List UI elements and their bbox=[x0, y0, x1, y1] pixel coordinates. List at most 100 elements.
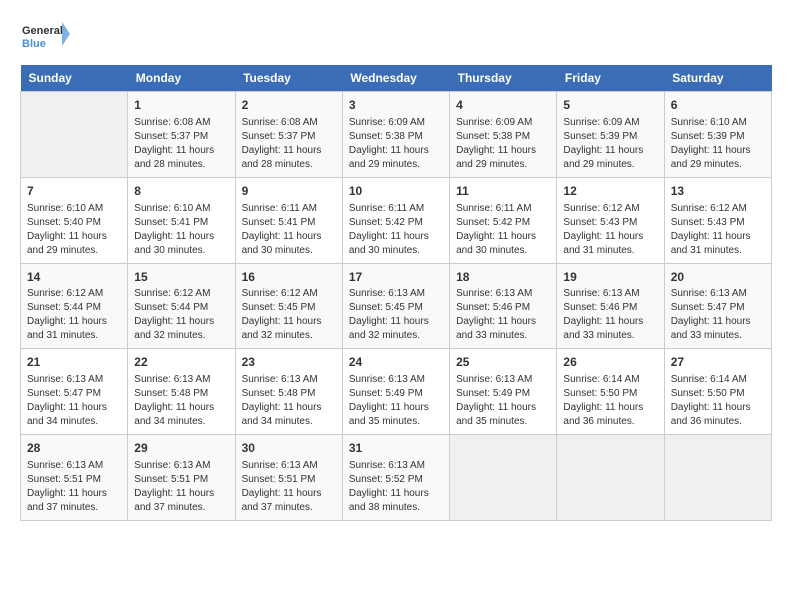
calendar-cell: 2 Sunrise: 6:08 AMSunset: 5:37 PMDaylight… bbox=[235, 92, 342, 178]
day-info: Sunrise: 6:13 AMSunset: 5:51 PMDaylight:… bbox=[27, 459, 121, 515]
calendar-cell: 12 Sunrise: 6:12 AMSunset: 5:43 PMDayligh… bbox=[557, 177, 664, 263]
calendar-cell: 25 Sunrise: 6:13 AMSunset: 5:49 PMDayligh… bbox=[450, 349, 557, 435]
day-number: 30 bbox=[242, 440, 336, 457]
calendar-cell: 28 Sunrise: 6:13 AMSunset: 5:51 PMDayligh… bbox=[21, 435, 128, 521]
calendar-cell: 10Sunrise: 6:11 AMSunset: 5:42 PMDayligh… bbox=[342, 177, 449, 263]
calendar-cell: 7 Sunrise: 6:10 AMSunset: 5:40 PMDaylight… bbox=[21, 177, 128, 263]
day-number: 1 bbox=[134, 97, 228, 114]
calendar-cell: 22 Sunrise: 6:13 AMSunset: 5:48 PMDayligh… bbox=[128, 349, 235, 435]
calendar-cell: 18Sunrise: 6:13 AMSunset: 5:46 PMDayligh… bbox=[450, 263, 557, 349]
day-number: 29 bbox=[134, 440, 228, 457]
day-info: Sunrise: 6:13 AMSunset: 5:48 PMDaylight:… bbox=[242, 373, 336, 429]
day-info: Sunrise: 6:13 AMSunset: 5:46 PMDaylight:… bbox=[563, 287, 657, 343]
day-number: 21 bbox=[27, 354, 121, 371]
calendar-header-row: SundayMondayTuesdayWednesdayThursdayFrid… bbox=[21, 65, 772, 92]
day-info: Sunrise: 6:12 AMSunset: 5:45 PMDaylight:… bbox=[242, 287, 336, 343]
calendar-cell: 8Sunrise: 6:10 AMSunset: 5:41 PMDaylight… bbox=[128, 177, 235, 263]
day-number: 27 bbox=[671, 354, 765, 371]
calendar-week-row: 7 Sunrise: 6:10 AMSunset: 5:40 PMDaylight… bbox=[21, 177, 772, 263]
weekday-header: Friday bbox=[557, 65, 664, 92]
day-number: 2 bbox=[242, 97, 336, 114]
calendar-table: SundayMondayTuesdayWednesdayThursdayFrid… bbox=[20, 65, 772, 521]
calendar-cell: 13 Sunrise: 6:12 AMSunset: 5:43 PMDayligh… bbox=[664, 177, 771, 263]
day-info: Sunrise: 6:13 AMSunset: 5:51 PMDaylight:… bbox=[242, 459, 336, 515]
day-number: 17 bbox=[349, 269, 443, 286]
calendar-cell: 3Sunrise: 6:09 AMSunset: 5:38 PMDaylight… bbox=[342, 92, 449, 178]
day-info: Sunrise: 6:12 AMSunset: 5:44 PMDaylight:… bbox=[134, 287, 228, 343]
calendar-cell: 26 Sunrise: 6:14 AMSunset: 5:50 PMDayligh… bbox=[557, 349, 664, 435]
day-number: 15 bbox=[134, 269, 228, 286]
day-info: Sunrise: 6:13 AMSunset: 5:47 PMDaylight:… bbox=[671, 287, 765, 343]
calendar-cell: 15Sunrise: 6:12 AMSunset: 5:44 PMDayligh… bbox=[128, 263, 235, 349]
calendar-week-row: 1 Sunrise: 6:08 AMSunset: 5:37 PMDaylight… bbox=[21, 92, 772, 178]
day-number: 11 bbox=[456, 183, 550, 200]
calendar-cell: 27 Sunrise: 6:14 AMSunset: 5:50 PMDayligh… bbox=[664, 349, 771, 435]
day-info: Sunrise: 6:09 AMSunset: 5:38 PMDaylight:… bbox=[349, 116, 443, 172]
day-info: Sunrise: 6:12 AMSunset: 5:43 PMDaylight:… bbox=[671, 202, 765, 258]
calendar-cell: 6Sunrise: 6:10 AMSunset: 5:39 PMDaylight… bbox=[664, 92, 771, 178]
day-info: Sunrise: 6:12 AMSunset: 5:44 PMDaylight:… bbox=[27, 287, 121, 343]
calendar-cell bbox=[557, 435, 664, 521]
calendar-cell: 21 Sunrise: 6:13 AMSunset: 5:47 PMDayligh… bbox=[21, 349, 128, 435]
day-number: 24 bbox=[349, 354, 443, 371]
day-info: Sunrise: 6:13 AMSunset: 5:45 PMDaylight:… bbox=[349, 287, 443, 343]
day-number: 19 bbox=[563, 269, 657, 286]
day-info: Sunrise: 6:13 AMSunset: 5:49 PMDaylight:… bbox=[349, 373, 443, 429]
svg-text:General: General bbox=[22, 25, 63, 37]
day-info: Sunrise: 6:11 AMSunset: 5:42 PMDaylight:… bbox=[349, 202, 443, 258]
day-info: Sunrise: 6:13 AMSunset: 5:49 PMDaylight:… bbox=[456, 373, 550, 429]
day-info: Sunrise: 6:13 AMSunset: 5:46 PMDaylight:… bbox=[456, 287, 550, 343]
day-number: 5 bbox=[563, 97, 657, 114]
day-info: Sunrise: 6:13 AMSunset: 5:48 PMDaylight:… bbox=[134, 373, 228, 429]
day-info: Sunrise: 6:14 AMSunset: 5:50 PMDaylight:… bbox=[671, 373, 765, 429]
day-number: 8 bbox=[134, 183, 228, 200]
day-number: 13 bbox=[671, 183, 765, 200]
calendar-week-row: 28 Sunrise: 6:13 AMSunset: 5:51 PMDayligh… bbox=[21, 435, 772, 521]
calendar-week-row: 21 Sunrise: 6:13 AMSunset: 5:47 PMDayligh… bbox=[21, 349, 772, 435]
calendar-week-row: 14Sunrise: 6:12 AMSunset: 5:44 PMDayligh… bbox=[21, 263, 772, 349]
day-info: Sunrise: 6:14 AMSunset: 5:50 PMDaylight:… bbox=[563, 373, 657, 429]
calendar-cell: 5 Sunrise: 6:09 AMSunset: 5:39 PMDaylight… bbox=[557, 92, 664, 178]
calendar-cell: 29 Sunrise: 6:13 AMSunset: 5:51 PMDayligh… bbox=[128, 435, 235, 521]
calendar-cell: 16Sunrise: 6:12 AMSunset: 5:45 PMDayligh… bbox=[235, 263, 342, 349]
day-number: 23 bbox=[242, 354, 336, 371]
calendar-cell: 4Sunrise: 6:09 AMSunset: 5:38 PMDaylight… bbox=[450, 92, 557, 178]
day-number: 16 bbox=[242, 269, 336, 286]
day-info: Sunrise: 6:08 AMSunset: 5:37 PMDaylight:… bbox=[134, 116, 228, 172]
calendar-cell bbox=[21, 92, 128, 178]
calendar-cell bbox=[450, 435, 557, 521]
calendar-cell: 19Sunrise: 6:13 AMSunset: 5:46 PMDayligh… bbox=[557, 263, 664, 349]
day-info: Sunrise: 6:13 AMSunset: 5:51 PMDaylight:… bbox=[134, 459, 228, 515]
calendar-cell: 31Sunrise: 6:13 AMSunset: 5:52 PMDayligh… bbox=[342, 435, 449, 521]
day-number: 22 bbox=[134, 354, 228, 371]
calendar-cell: 1 Sunrise: 6:08 AMSunset: 5:37 PMDaylight… bbox=[128, 92, 235, 178]
page-header: General Blue bbox=[20, 20, 772, 55]
day-number: 14 bbox=[27, 269, 121, 286]
day-info: Sunrise: 6:08 AMSunset: 5:37 PMDaylight:… bbox=[242, 116, 336, 172]
day-info: Sunrise: 6:12 AMSunset: 5:43 PMDaylight:… bbox=[563, 202, 657, 258]
day-info: Sunrise: 6:09 AMSunset: 5:39 PMDaylight:… bbox=[563, 116, 657, 172]
day-number: 20 bbox=[671, 269, 765, 286]
day-number: 28 bbox=[27, 440, 121, 457]
svg-text:Blue: Blue bbox=[22, 38, 46, 50]
day-info: Sunrise: 6:10 AMSunset: 5:40 PMDaylight:… bbox=[27, 202, 121, 258]
day-number: 6 bbox=[671, 97, 765, 114]
weekday-header: Saturday bbox=[664, 65, 771, 92]
day-info: Sunrise: 6:11 AMSunset: 5:41 PMDaylight:… bbox=[242, 202, 336, 258]
day-number: 25 bbox=[456, 354, 550, 371]
day-number: 18 bbox=[456, 269, 550, 286]
day-number: 7 bbox=[27, 183, 121, 200]
calendar-cell: 11Sunrise: 6:11 AMSunset: 5:42 PMDayligh… bbox=[450, 177, 557, 263]
day-number: 26 bbox=[563, 354, 657, 371]
weekday-header: Sunday bbox=[21, 65, 128, 92]
day-info: Sunrise: 6:13 AMSunset: 5:47 PMDaylight:… bbox=[27, 373, 121, 429]
calendar-cell bbox=[664, 435, 771, 521]
calendar-cell: 20Sunrise: 6:13 AMSunset: 5:47 PMDayligh… bbox=[664, 263, 771, 349]
calendar-cell: 9 Sunrise: 6:11 AMSunset: 5:41 PMDaylight… bbox=[235, 177, 342, 263]
calendar-cell: 30 Sunrise: 6:13 AMSunset: 5:51 PMDayligh… bbox=[235, 435, 342, 521]
weekday-header: Wednesday bbox=[342, 65, 449, 92]
logo-svg: General Blue bbox=[20, 20, 70, 55]
day-number: 9 bbox=[242, 183, 336, 200]
day-number: 12 bbox=[563, 183, 657, 200]
day-number: 4 bbox=[456, 97, 550, 114]
